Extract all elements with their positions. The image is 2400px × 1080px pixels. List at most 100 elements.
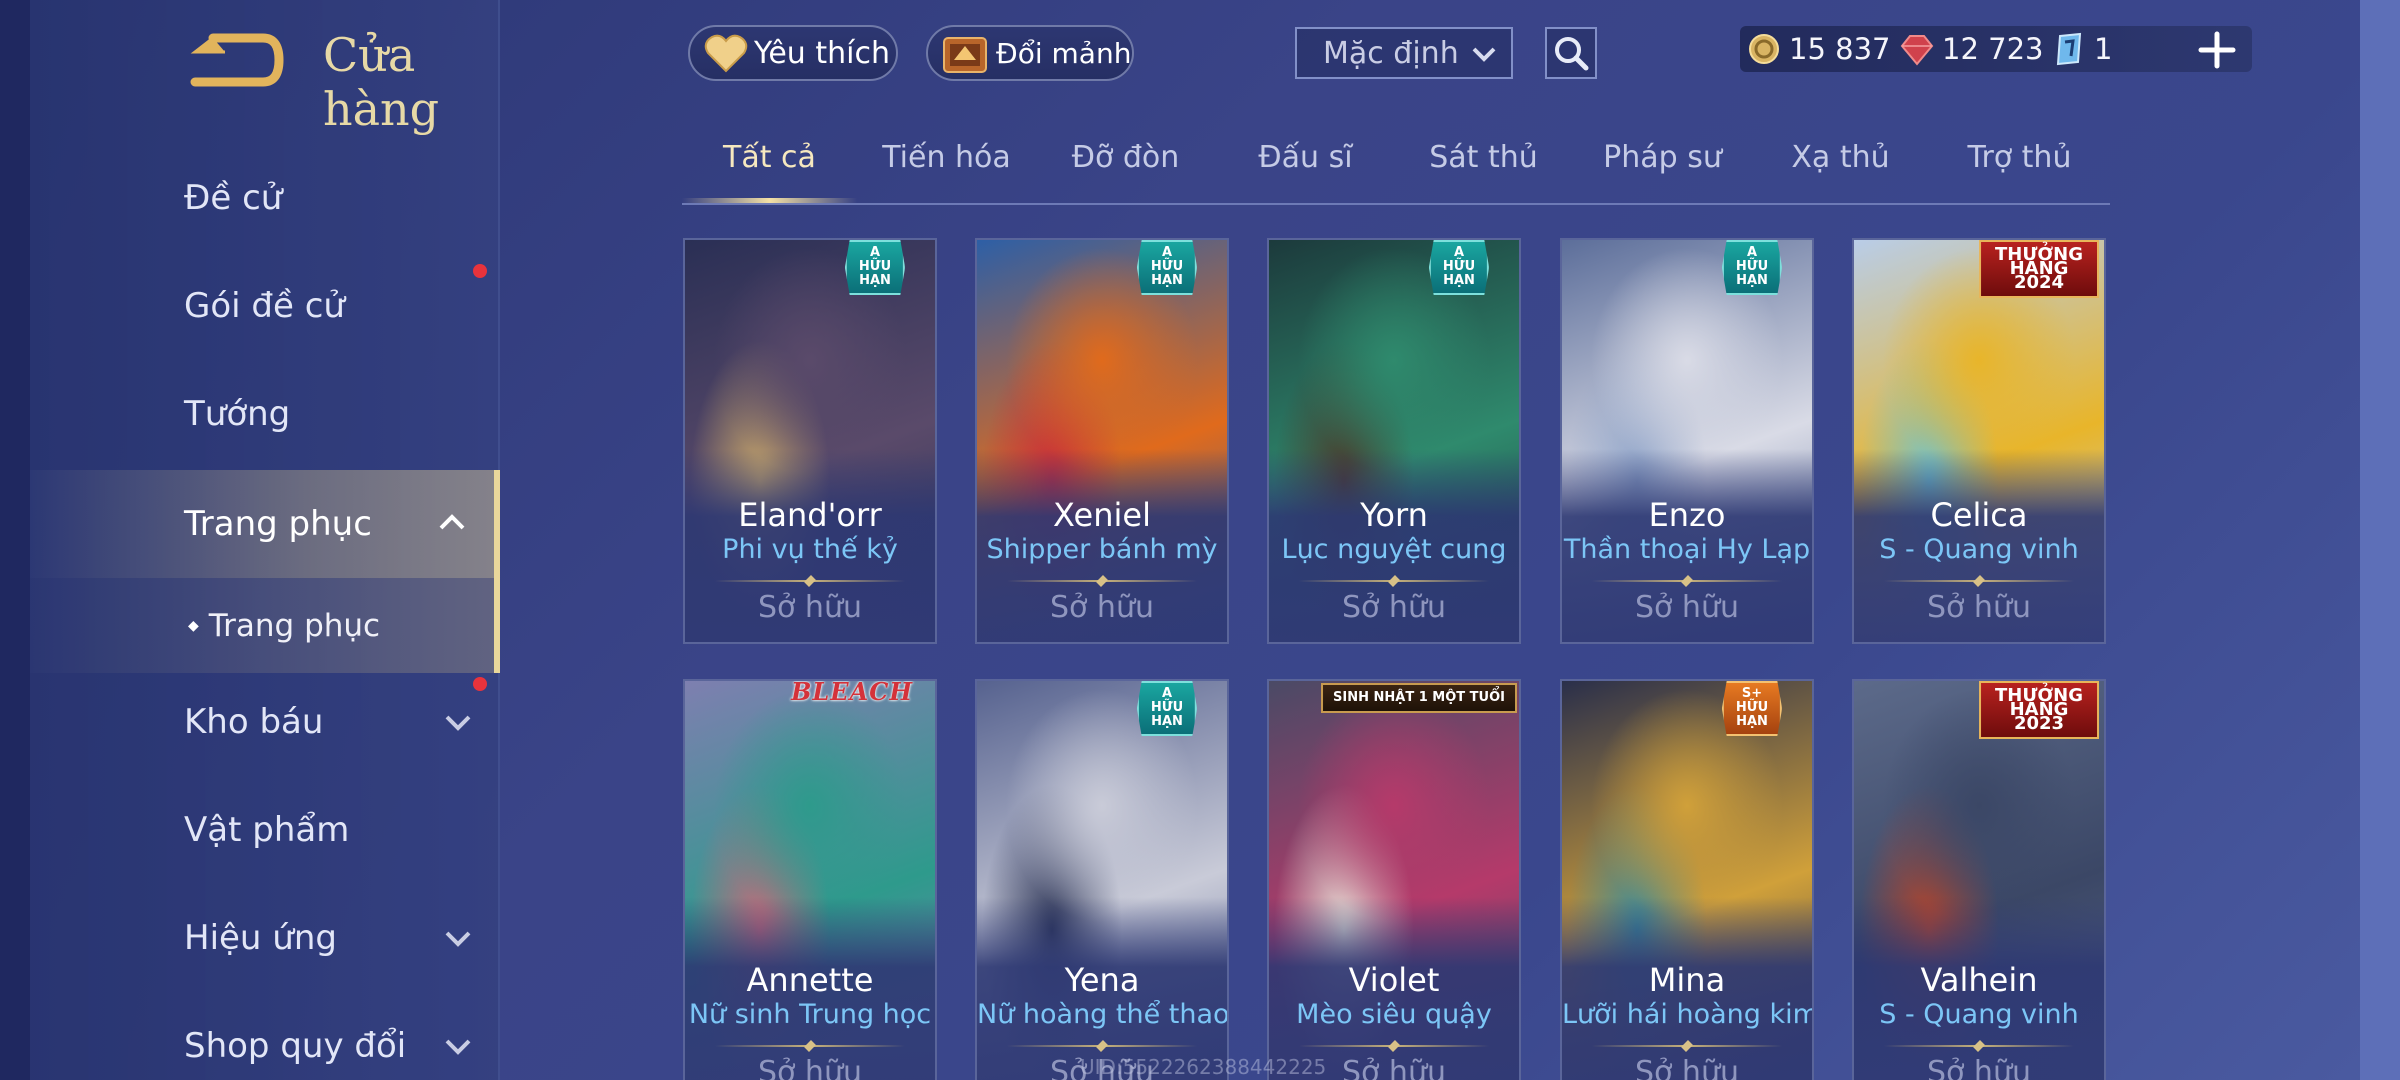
add-currency-button[interactable]: [2195, 28, 2239, 72]
sidebar-subitem-skins[interactable]: ◆ Trang phục: [30, 578, 500, 673]
ticket-icon: [2056, 32, 2082, 66]
heart-icon: [704, 34, 748, 73]
favorites-label: Yêu thích: [754, 35, 890, 71]
skin-tier-badge: A HỮU HẠN: [1721, 240, 1783, 295]
hero-name: Xeniel: [1053, 496, 1151, 534]
sidebar-item-recommended-packs[interactable]: Gói đề cử: [30, 256, 500, 356]
diamond-bullet-icon: ◆: [188, 617, 199, 634]
screen-edge-left: [0, 0, 30, 1080]
skin-card[interactable]: S+ HỮU HẠN Mina Lưỡi hái hoàng kim Sở hữu: [1560, 679, 1814, 1080]
hero-name: Eland'orr: [738, 496, 882, 534]
sidebar-item-recommended[interactable]: Đề cử: [30, 148, 500, 248]
sidebar-item-label: Vật phẩm: [184, 810, 350, 850]
skin-card[interactable]: A HỮU HẠN Eland'orr Phi vụ thế kỷ Sở hữu: [683, 238, 937, 644]
page-title: Cửa hàng: [323, 28, 440, 136]
skin-card[interactable]: A HỮU HẠN Enzo Thần thoại Hy Lạp Sở hữu: [1560, 238, 1814, 644]
skin-name: Thần thoại Hy Lạp: [1563, 534, 1811, 565]
skin-name: Nữ sinh Trung học: [688, 999, 932, 1030]
skin-name: Lục nguyệt cung: [1281, 534, 1507, 565]
hero-name: Yena: [1064, 961, 1140, 999]
card-divider: [1884, 575, 2074, 587]
card-divider: [1007, 575, 1197, 587]
skin-card[interactable]: A HỮU HẠN Xeniel Shipper bánh mỳ Sở hữu: [975, 238, 1229, 644]
tab-assassin[interactable]: Sát thủ: [1396, 140, 1571, 203]
chevron-down-icon: [445, 1039, 471, 1055]
skin-tier-badge: BLEACH: [791, 679, 913, 706]
skin-tier-badge: A HỮU HẠN: [1136, 240, 1198, 295]
search-icon: [1555, 37, 1589, 71]
sidebar-item-effects[interactable]: Hiệu ứng: [30, 888, 500, 988]
hero-name: Celica: [1930, 496, 2028, 534]
ruby-amount: 12 723: [1942, 32, 2044, 66]
chevron-down-icon: [445, 931, 471, 947]
skin-tier-badge: S+ HỮU HẠN: [1721, 681, 1783, 736]
card-divider: [1884, 1040, 2074, 1052]
owned-status: Sở hữu: [1927, 590, 2031, 625]
back-button[interactable]: [185, 30, 285, 90]
tab-mage[interactable]: Pháp sư: [1575, 140, 1750, 203]
ruby-currency: 12 723: [1900, 26, 2043, 72]
tab-tank[interactable]: Đỡ đòn: [1038, 140, 1213, 203]
skin-name: Shipper bánh mỳ: [986, 534, 1218, 565]
skin-card[interactable]: THƯỞNG HẠNG 2024 Celica S - Quang vinh Sở h…: [1852, 238, 2106, 644]
hero-name: Mina: [1648, 961, 1726, 999]
skin-name: Nữ hoàng thể thao: [977, 999, 1229, 1030]
skin-tier-badge: A HỮU HẠN: [844, 240, 906, 295]
category-tabs: Tất cả Tiến hóa Đỡ đòn Đấu sĩ Sát thủ Ph…: [682, 140, 2110, 205]
exchange-label: Đổi mảnh: [996, 36, 1132, 70]
tab-fighter[interactable]: Đấu sĩ: [1218, 140, 1393, 203]
card-divider: [1592, 1040, 1782, 1052]
skin-name: Mèo siêu quậy: [1296, 999, 1492, 1030]
skin-card[interactable]: A HỮU HẠN Yorn Lục nguyệt cung Sở hữu: [1267, 238, 1521, 644]
sidebar-item-exchange-shop[interactable]: Shop quy đổi: [30, 996, 500, 1080]
card-divider: [715, 1040, 905, 1052]
chevron-down-icon: [445, 715, 471, 731]
sidebar-item-label: Shop quy đổi: [184, 1026, 407, 1066]
skin-card[interactable]: THƯỞNG HẠNG 2023 Valhein S - Quang vinh Sở …: [1852, 679, 2106, 1080]
sidebar: Cửa hàng Đề cử Gói đề cử Tướng Trang phụ…: [30, 0, 500, 1080]
notification-dot: [473, 677, 487, 691]
exchange-shards-button[interactable]: Đổi mảnh: [926, 25, 1134, 81]
favorites-button[interactable]: Yêu thích: [688, 25, 898, 81]
gold-currency: 15 837: [1747, 26, 1890, 72]
owned-status: Sở hữu: [1050, 590, 1154, 625]
sidebar-item-label: Hiệu ứng: [184, 918, 337, 958]
tab-marksman[interactable]: Xạ thủ: [1753, 140, 1928, 203]
sidebar-item-label: Tướng: [184, 394, 291, 434]
skin-tier-badge: A HỮU HẠN: [1136, 681, 1198, 736]
search-button[interactable]: [1545, 27, 1597, 79]
chevron-up-icon: [439, 514, 465, 530]
hero-name: Valhein: [1920, 961, 2038, 999]
screen-edge-right: [2360, 0, 2400, 1080]
card-divider: [715, 575, 905, 587]
sidebar-subitem-label: Trang phục: [208, 607, 381, 644]
skin-card[interactable]: SINH NHẬT 1 MỘT TUỔI Violet Mèo siêu quậy S…: [1267, 679, 1521, 1080]
sidebar-item-items[interactable]: Vật phẩm: [30, 780, 500, 880]
sidebar-item-label: Đề cử: [184, 178, 283, 218]
skin-card[interactable]: BLEACH Annette Nữ sinh Trung học Sở hữu: [683, 679, 937, 1080]
hero-name: Annette: [746, 961, 874, 999]
hero-name: Violet: [1348, 961, 1440, 999]
skin-card[interactable]: A HỮU HẠN Yena Nữ hoàng thể thao Sở hữu: [975, 679, 1229, 1080]
gold-coin-icon: [1749, 34, 1779, 64]
sidebar-item-treasure[interactable]: Kho báu: [30, 672, 500, 772]
notification-dot: [473, 264, 487, 278]
owned-status: Sở hữu: [1635, 1055, 1739, 1080]
card-divider: [1299, 575, 1489, 587]
gold-amount: 15 837: [1789, 32, 1891, 66]
card-divider: [1299, 1040, 1489, 1052]
sidebar-item-skins[interactable]: Trang phục: [30, 470, 500, 578]
skin-tier-badge: A HỮU HẠN: [1428, 240, 1490, 295]
hero-name: Yorn: [1360, 496, 1428, 534]
skin-name: S - Quang vinh: [1879, 999, 2079, 1030]
sort-dropdown[interactable]: Mặc định: [1295, 27, 1513, 79]
tab-support[interactable]: Trợ thủ: [1932, 140, 2107, 203]
owned-status: Sở hữu: [1927, 1055, 2031, 1080]
tab-evolution[interactable]: Tiến hóa: [859, 140, 1034, 203]
card-divider: [1592, 575, 1782, 587]
owned-status: Sở hữu: [758, 1055, 862, 1080]
sidebar-item-heroes[interactable]: Tướng: [30, 364, 500, 464]
skin-tier-badge: THƯỞNG HẠNG 2023: [1979, 681, 2099, 739]
sidebar-item-label: Trang phục: [184, 504, 372, 544]
tab-all[interactable]: Tất cả: [682, 140, 857, 203]
